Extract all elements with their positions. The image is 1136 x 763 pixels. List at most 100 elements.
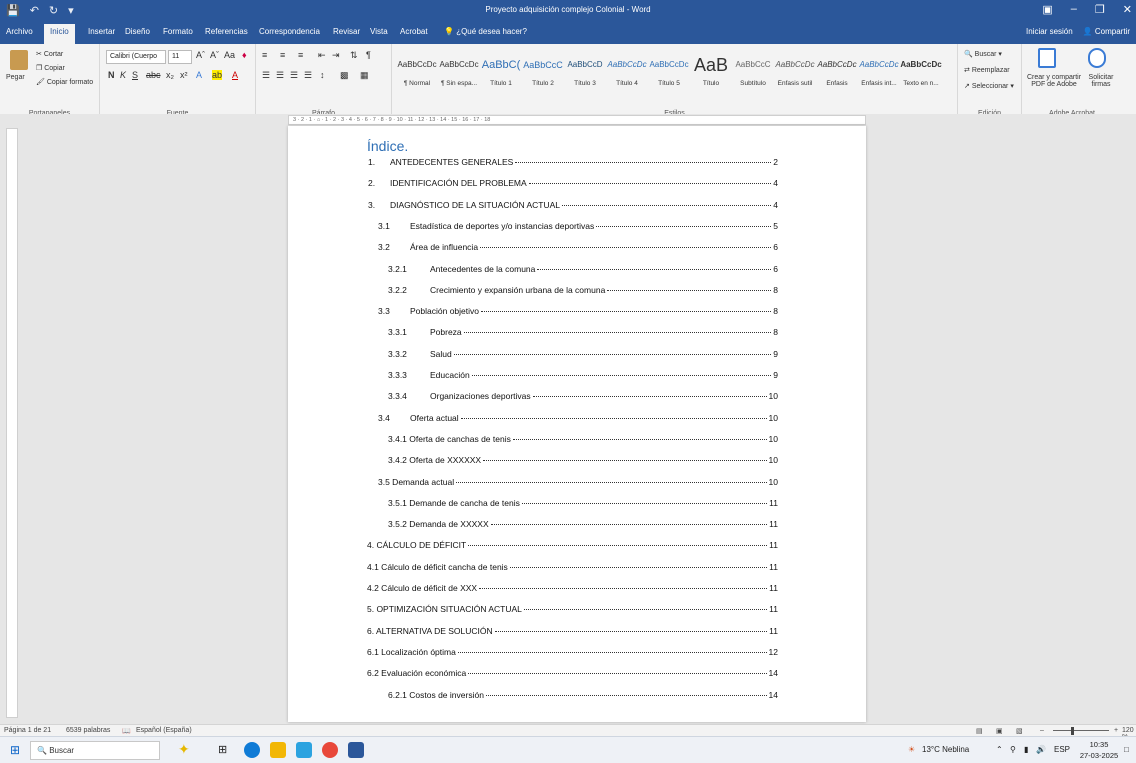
request-signatures-icon[interactable] <box>1088 48 1106 68</box>
zoom-slider-thumb[interactable] <box>1071 727 1074 735</box>
paste-button[interactable]: Pegar <box>6 74 25 81</box>
toc-entry[interactable]: 6.2 Evaluación económica 14 <box>367 668 778 682</box>
toc-entry[interactable]: 4. CÁLCULO DE DÉFICIT 11 <box>367 540 778 554</box>
sign-in-link[interactable]: Iniciar sesión <box>1026 27 1073 36</box>
network-icon[interactable]: ⚲ <box>1010 745 1016 754</box>
cut-button[interactable]: ✂ Cortar <box>36 50 63 58</box>
justify-icon[interactable]: ☰ <box>304 70 312 81</box>
format-painter-button[interactable]: 🖌 Copiar formato <box>36 78 93 86</box>
style-title[interactable]: AaB Título <box>690 50 732 94</box>
font-name-select[interactable]: Calibri (Cuerpo <box>106 50 166 64</box>
grow-font-icon[interactable]: Aˆ <box>196 50 205 60</box>
style-strong[interactable]: AaBbCcDc Texto en n... <box>900 50 942 94</box>
find-button[interactable]: 🔍 Buscar ▾ <box>964 50 1002 58</box>
edge-icon[interactable] <box>244 742 260 758</box>
toc-entry[interactable]: 3.3.4 Organizaciones deportivas 10 <box>388 391 778 405</box>
word-count[interactable]: 6539 palabras <box>66 727 110 734</box>
style-emphasis[interactable]: AaBbCcDc Énfasis <box>816 50 858 94</box>
document-page[interactable]: Índice. 1. ANTEDECENTES GENERALES 2 2. IDENT… <box>288 126 866 722</box>
text-effects-icon[interactable]: A <box>196 70 202 80</box>
toc-entry[interactable]: 3.3.3 Educación 9 <box>388 370 778 384</box>
tab-diseno[interactable]: Diseño <box>125 27 150 36</box>
page-count[interactable]: Página 1 de 21 <box>4 727 51 734</box>
task-view-icon[interactable]: ⊞ <box>218 743 227 756</box>
tab-inicio[interactable]: Inicio <box>44 24 75 44</box>
decrease-indent-icon[interactable]: ⇤ <box>318 50 326 61</box>
underline-icon[interactable]: S <box>132 70 138 80</box>
font-size-select[interactable]: 11 <box>168 50 192 64</box>
close-icon[interactable]: ✕ <box>1123 3 1132 16</box>
toc-entry[interactable]: 3.4.2 Oferta de XXXXXX 10 <box>388 455 778 469</box>
input-language[interactable]: ESP <box>1054 745 1070 754</box>
weather-text[interactable]: 13°C Neblina <box>922 745 969 754</box>
toc-entry[interactable]: 3.4.1 Oferta de canchas de tenis 10 <box>388 434 778 448</box>
style-no-spacing[interactable]: AaBbCcDc ¶ Sin espa... <box>438 50 480 94</box>
toc-entry[interactable]: 4.2 Cálculo de déficit de XXX 11 <box>367 583 778 597</box>
style-heading-5[interactable]: AaBbCcDc Título 5 <box>648 50 690 94</box>
clear-format-icon[interactable]: ♦ <box>242 50 247 60</box>
minimize-icon[interactable]: – <box>1071 3 1077 16</box>
read-mode-icon[interactable]: ▤ <box>976 727 983 735</box>
word-icon[interactable] <box>348 742 364 758</box>
create-pdf-icon[interactable] <box>1038 48 1056 68</box>
style-normal[interactable]: AaBbCcDc ¶ Normal <box>396 50 438 94</box>
print-layout-icon[interactable]: ▣ <box>996 727 1003 735</box>
toc-entry[interactable]: 2. IDENTIFICACIÓN DEL PROBLEMA 4 <box>368 178 778 192</box>
zoom-slider[interactable] <box>1053 730 1109 731</box>
subscript-icon[interactable]: x₂ <box>166 70 174 80</box>
request-signatures-button[interactable]: Solicitar firmas <box>1082 74 1120 88</box>
vertical-ruler[interactable] <box>6 128 18 718</box>
tab-archivo[interactable]: Archivo <box>6 27 33 36</box>
copy-button[interactable]: ❐ Copiar <box>36 64 65 72</box>
superscript-icon[interactable]: x² <box>180 70 188 80</box>
tab-revisar[interactable]: Revisar <box>333 27 360 36</box>
taskbar-search[interactable]: 🔍 Buscar <box>30 741 160 760</box>
shrink-font-icon[interactable]: Aˇ <box>210 50 219 60</box>
notifications-icon[interactable]: □ <box>1124 745 1129 754</box>
toc-entry[interactable]: 4.1 Cálculo de déficit cancha de tenis 11 <box>367 562 778 576</box>
tab-formato[interactable]: Formato <box>163 27 193 36</box>
volume-icon[interactable]: 🔊 <box>1036 745 1046 754</box>
copilot-sparkle-icon[interactable]: ✦ <box>178 741 190 758</box>
toc-entry[interactable]: 3.2.1 Antecedentes de la comuna 6 <box>388 264 778 278</box>
toc-entry[interactable]: 3.3 Población objetivo 8 <box>378 306 778 320</box>
toc-entry[interactable]: 3.3.1 Pobreza 8 <box>388 327 778 341</box>
style-subtle-emphasis[interactable]: AaBbCcDc Énfasis sutil <box>774 50 816 94</box>
toc-entry[interactable]: 3.2.2 Crecimiento y expansión urbana de l… <box>388 285 778 299</box>
select-button[interactable]: ↗ Seleccionar ▾ <box>964 82 1014 90</box>
battery-icon[interactable]: ▮ <box>1024 745 1028 754</box>
style-heading-4[interactable]: AaBbCcDc Título 4 <box>606 50 648 94</box>
tab-correspondencia[interactable]: Correspondencia <box>259 27 320 36</box>
tell-me-box[interactable]: 💡 ¿Qué desea hacer? <box>444 27 527 36</box>
toc-entry[interactable]: 6.1 Localización óptima 12 <box>367 647 778 661</box>
increase-indent-icon[interactable]: ⇥ <box>332 50 340 61</box>
align-right-icon[interactable]: ☰ <box>290 70 298 81</box>
clock[interactable]: 10:35 27-03-2025 <box>1076 739 1122 761</box>
bullets-icon[interactable]: ≡ <box>262 50 267 60</box>
toc-entry[interactable]: 3.5.1 Demande de cancha de tenis 11 <box>388 498 778 512</box>
zoom-out-icon[interactable]: – <box>1040 727 1044 734</box>
italic-icon[interactable]: K <box>120 70 126 80</box>
align-left-icon[interactable]: ☰ <box>262 70 270 81</box>
tray-chevron-icon[interactable]: ⌃ <box>996 745 1003 754</box>
toc-entry[interactable]: 6. ALTERNATIVA DE SOLUCIÓN 11 <box>367 626 778 640</box>
tab-acrobat[interactable]: Acrobat <box>400 27 428 36</box>
strikethrough-icon[interactable]: abc <box>146 70 161 80</box>
web-layout-icon[interactable]: ▧ <box>1016 727 1023 735</box>
highlight-icon[interactable]: ab <box>212 70 223 80</box>
numbering-icon[interactable]: ≡ <box>280 50 285 60</box>
zoom-in-icon[interactable]: + <box>1114 727 1118 734</box>
toc-entry[interactable]: 1. ANTEDECENTES GENERALES 2 <box>368 157 778 171</box>
tab-insertar[interactable]: Insertar <box>88 27 115 36</box>
windows-start-icon[interactable]: ⊞ <box>10 743 20 757</box>
show-marks-icon[interactable]: ¶ <box>366 50 371 60</box>
restore-icon[interactable]: ❐ <box>1095 3 1105 16</box>
file-explorer-icon[interactable] <box>270 742 286 758</box>
language-status[interactable]: Español (España) <box>136 727 192 734</box>
sort-icon[interactable]: ⇅ <box>350 50 358 61</box>
ruler-track[interactable]: 3 · 2 · 1 · ⌂ · 1 · 2 · 3 · 4 · 5 · 6 · … <box>288 115 866 125</box>
toc-entry[interactable]: 3.1 Estadística de deportes y/o instancia… <box>378 221 778 235</box>
style-heading-3[interactable]: AaBbCcD Título 3 <box>564 50 606 94</box>
toc-entry[interactable]: 3.3.2 Salud 9 <box>388 349 778 363</box>
change-case-icon[interactable]: Aa <box>224 50 235 60</box>
